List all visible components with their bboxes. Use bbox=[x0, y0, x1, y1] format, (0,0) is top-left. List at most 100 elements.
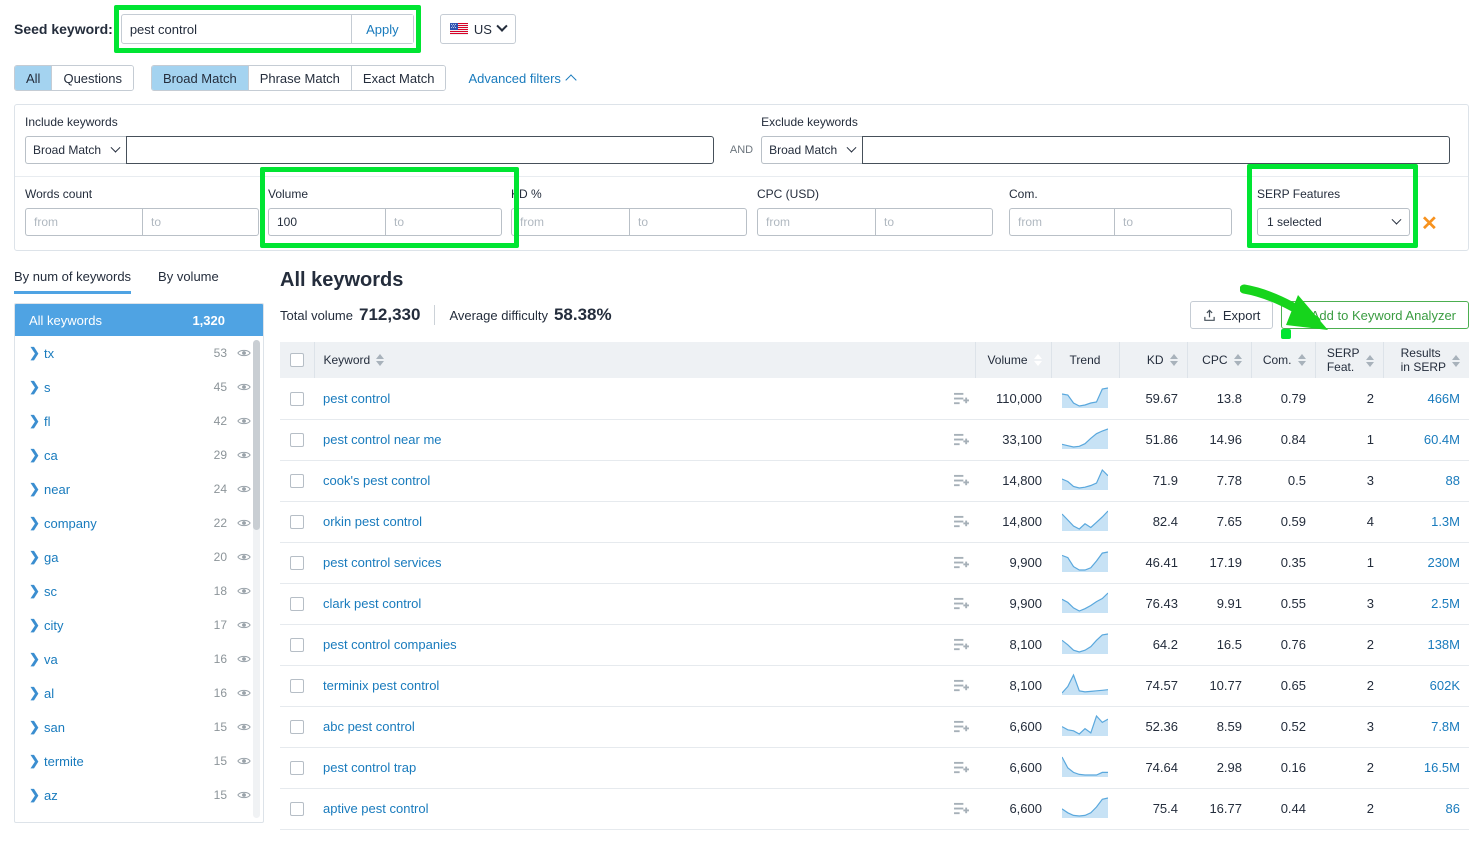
chevron-right-icon[interactable]: ❯ bbox=[29, 583, 44, 599]
eye-icon[interactable] bbox=[237, 346, 251, 360]
chevron-right-icon[interactable]: ❯ bbox=[29, 447, 44, 463]
add-to-list-cell[interactable] bbox=[945, 788, 975, 829]
chevron-right-icon[interactable]: ❯ bbox=[29, 413, 44, 429]
row-checkbox[interactable] bbox=[290, 638, 304, 652]
column-header-cpc[interactable]: CPC bbox=[1187, 342, 1251, 378]
keyword-link[interactable]: pest control trap bbox=[323, 760, 416, 775]
results-link[interactable]: 1.3M bbox=[1431, 514, 1460, 529]
seed-keyword-input[interactable] bbox=[122, 15, 351, 43]
tab-questions[interactable]: Questions bbox=[52, 66, 133, 90]
keyword-link[interactable]: clark pest control bbox=[323, 596, 421, 611]
add-to-list-cell[interactable] bbox=[945, 419, 975, 460]
cpc-to-input[interactable] bbox=[875, 208, 993, 236]
row-checkbox[interactable] bbox=[290, 556, 304, 570]
sidebar-tab-by-volume[interactable]: By volume bbox=[158, 269, 219, 294]
tab-phrase-match[interactable]: Phrase Match bbox=[249, 66, 352, 90]
keyword-link[interactable]: pest control near me bbox=[323, 432, 442, 447]
eye-icon[interactable] bbox=[237, 788, 251, 802]
eye-icon[interactable] bbox=[237, 414, 251, 428]
add-to-list-cell[interactable] bbox=[945, 501, 975, 542]
column-header-serp-feat[interactable]: SERPFeat. bbox=[1315, 342, 1383, 378]
row-checkbox[interactable] bbox=[290, 761, 304, 775]
words-count-from-input[interactable] bbox=[25, 208, 142, 236]
eye-icon[interactable] bbox=[237, 652, 251, 666]
row-checkbox[interactable] bbox=[290, 433, 304, 447]
row-checkbox[interactable] bbox=[290, 597, 304, 611]
add-to-list-icon[interactable] bbox=[954, 515, 969, 529]
add-to-list-icon[interactable] bbox=[954, 761, 969, 775]
sidebar-group-item[interactable]: ❯s45 bbox=[15, 370, 263, 404]
tab-exact-match[interactable]: Exact Match bbox=[352, 66, 446, 90]
chevron-right-icon[interactable]: ❯ bbox=[29, 719, 44, 735]
add-to-list-icon[interactable] bbox=[954, 474, 969, 488]
sidebar-group-item[interactable]: ❯sc18 bbox=[15, 574, 263, 608]
results-link[interactable]: 602K bbox=[1430, 678, 1460, 693]
add-to-list-cell[interactable] bbox=[945, 706, 975, 747]
sidebar-group-item[interactable]: ❯al16 bbox=[15, 676, 263, 710]
kd-to-input[interactable] bbox=[629, 208, 747, 236]
chevron-right-icon[interactable]: ❯ bbox=[29, 515, 44, 531]
row-checkbox[interactable] bbox=[290, 515, 304, 529]
chevron-right-icon[interactable]: ❯ bbox=[29, 617, 44, 633]
sidebar-tab-by-num-of-keywords[interactable]: By num of keywords bbox=[14, 269, 131, 294]
column-header-kd[interactable]: KD bbox=[1119, 342, 1187, 378]
chevron-right-icon[interactable]: ❯ bbox=[29, 481, 44, 497]
eye-icon[interactable] bbox=[237, 618, 251, 632]
volume-from-input[interactable] bbox=[268, 208, 385, 236]
results-link[interactable]: 86 bbox=[1446, 801, 1460, 816]
keyword-link[interactable]: orkin pest control bbox=[323, 514, 422, 529]
sidebar-group-item[interactable]: ❯va16 bbox=[15, 642, 263, 676]
column-header-results-in-serp[interactable]: Resultsin SERP bbox=[1383, 342, 1469, 378]
eye-icon[interactable] bbox=[237, 380, 251, 394]
sidebar-group-item[interactable]: ❯city17 bbox=[15, 608, 263, 642]
chevron-right-icon[interactable]: ❯ bbox=[29, 345, 44, 361]
eye-icon[interactable] bbox=[237, 516, 251, 530]
column-header-com[interactable]: Com. bbox=[1251, 342, 1315, 378]
com-to-input[interactable] bbox=[1114, 208, 1232, 236]
results-link[interactable]: 60.4M bbox=[1424, 432, 1460, 447]
sidebar-scrollbar-thumb[interactable] bbox=[253, 340, 260, 530]
add-to-list-cell[interactable] bbox=[945, 542, 975, 583]
add-to-list-icon[interactable] bbox=[954, 392, 969, 406]
results-link[interactable]: 138M bbox=[1427, 637, 1460, 652]
sidebar-group-item[interactable]: ❯14 bbox=[15, 812, 263, 823]
advanced-filters-toggle[interactable]: Advanced filters bbox=[468, 71, 575, 86]
sidebar-group-item[interactable]: ❯near24 bbox=[15, 472, 263, 506]
keyword-link[interactable]: pest control services bbox=[323, 555, 442, 570]
exclude-match-select[interactable]: Broad Match bbox=[761, 136, 862, 164]
add-to-list-icon[interactable] bbox=[954, 802, 969, 816]
eye-icon[interactable] bbox=[237, 754, 251, 768]
keyword-link[interactable]: abc pest control bbox=[323, 719, 415, 734]
keyword-link[interactable]: cook's pest control bbox=[323, 473, 430, 488]
results-link[interactable]: 466M bbox=[1427, 391, 1460, 406]
kd-from-input[interactable] bbox=[511, 208, 629, 236]
chevron-right-icon[interactable]: ❯ bbox=[29, 787, 44, 803]
column-header-keyword[interactable]: Keyword bbox=[314, 342, 975, 378]
add-to-list-icon[interactable] bbox=[954, 720, 969, 734]
apply-button[interactable]: Apply bbox=[351, 15, 413, 43]
chevron-right-icon[interactable]: ❯ bbox=[29, 651, 44, 667]
add-to-list-cell[interactable] bbox=[945, 747, 975, 788]
add-to-list-cell[interactable] bbox=[945, 583, 975, 624]
chevron-right-icon[interactable]: ❯ bbox=[29, 753, 44, 769]
export-button[interactable]: Export bbox=[1190, 301, 1274, 329]
sidebar-item-all-keywords[interactable]: All keywords 1,320 bbox=[15, 304, 263, 336]
add-to-list-cell[interactable] bbox=[945, 665, 975, 706]
results-link[interactable]: 230M bbox=[1427, 555, 1460, 570]
eye-icon[interactable] bbox=[237, 822, 251, 823]
eye-icon[interactable] bbox=[237, 482, 251, 496]
tab-all[interactable]: All bbox=[15, 66, 52, 90]
add-to-keyword-analyzer-button[interactable]: + Add to Keyword Analyzer bbox=[1281, 301, 1469, 329]
clear-filters-button[interactable]: ✕ bbox=[1421, 214, 1438, 236]
cpc-from-input[interactable] bbox=[757, 208, 875, 236]
include-keywords-input[interactable] bbox=[126, 136, 714, 164]
locale-selector[interactable]: US bbox=[440, 14, 516, 44]
sidebar-group-item[interactable]: ❯az15 bbox=[15, 778, 263, 812]
add-to-list-icon[interactable] bbox=[954, 556, 969, 570]
chevron-right-icon[interactable]: ❯ bbox=[29, 379, 44, 395]
keyword-link[interactable]: pest control bbox=[323, 391, 390, 406]
chevron-right-icon[interactable]: ❯ bbox=[29, 685, 44, 701]
add-to-list-icon[interactable] bbox=[954, 679, 969, 693]
add-to-list-cell[interactable] bbox=[945, 378, 975, 419]
serp-features-select[interactable]: 1 selected bbox=[1257, 208, 1410, 236]
